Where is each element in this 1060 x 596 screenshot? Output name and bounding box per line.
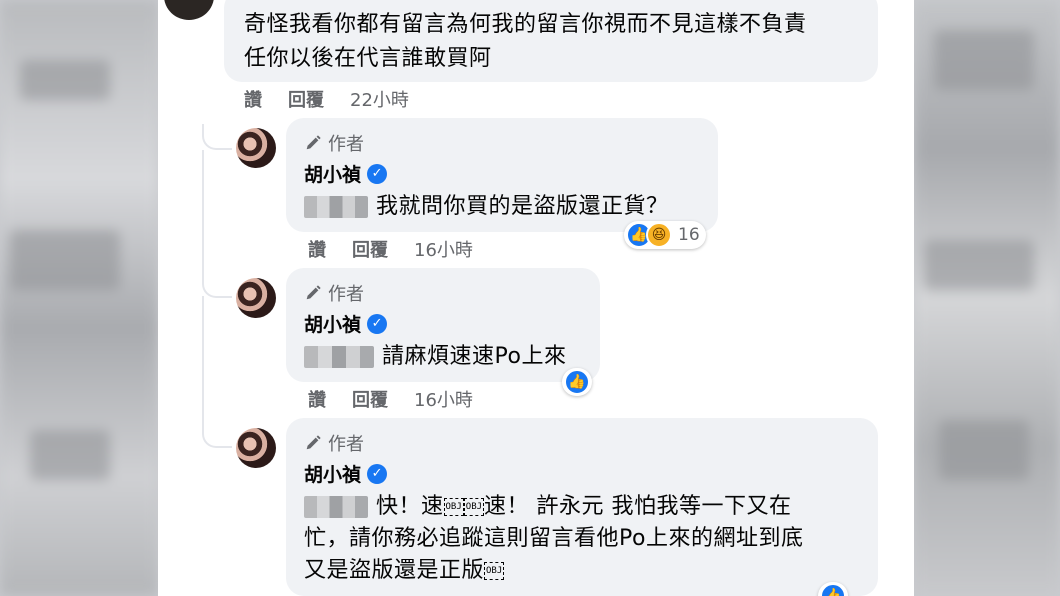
reply-actions: 讚 回覆 16小時	[308, 236, 473, 262]
reply-text: 我就問你買的是盜版還正貨？	[304, 191, 700, 223]
reply-link[interactable]: 回覆	[288, 86, 324, 112]
reaction-count: 16	[678, 225, 700, 245]
author-badge: 作者	[304, 280, 582, 306]
author-avatar[interactable]	[236, 128, 276, 168]
obj-glyph: OBJ	[443, 498, 464, 516]
comment-actions: 讚 回覆 22小時	[244, 86, 409, 112]
blurred-background-left	[0, 0, 158, 596]
haha-reaction-icon: 😆	[646, 222, 672, 248]
reply-link[interactable]: 回覆	[352, 236, 388, 262]
author-name[interactable]: 胡小禎	[304, 460, 361, 487]
thread-connector	[202, 124, 232, 150]
pixelated-mention	[304, 196, 368, 218]
pixelated-mention	[304, 496, 368, 518]
commenter-avatar[interactable]	[164, 0, 214, 20]
comment-bubble: 奇怪我看你都有留言為何我的留言你視而不見這樣不負責 任你以後在代言誰敢買阿	[224, 0, 878, 82]
reaction-summary[interactable]: 👍	[562, 368, 592, 396]
reply-bubble: 作者 胡小禎 ✓ 請麻煩速速Po上來	[286, 268, 600, 382]
comment-panel: 奇怪我看你都有留言為何我的留言你視而不見這樣不負責 任你以後在代言誰敢買阿 讚 …	[158, 0, 914, 596]
author-name[interactable]: 胡小禎	[304, 160, 361, 187]
comment-text: 奇怪我看你都有留言為何我的留言你視而不見這樣不負責 任你以後在代言誰敢買阿	[244, 12, 807, 71]
reply-bubble: 作者 胡小禎 ✓ 快！速 OBJ OBJ速！ 許永元 我怕我等一下又在 忙，請你務必…	[286, 418, 878, 596]
author-badge: 作者	[304, 430, 860, 456]
reply-text: 快！速 OBJ OBJ速！ 許永元 我怕我等一下又在 忙，請你務必追蹤這則留言看他P…	[304, 494, 804, 583]
obj-glyph: OBJ	[484, 562, 505, 580]
reply-bubble: 作者 胡小禎 ✓ 我就問你買的是盜版還正貨？	[286, 118, 718, 232]
like-link[interactable]: 讚	[308, 386, 326, 412]
reply-text: 請麻煩速速Po上來	[304, 341, 582, 373]
reaction-summary[interactable]: 👍 😆 16	[624, 221, 706, 249]
comment-timestamp[interactable]: 22小時	[350, 86, 409, 112]
obj-glyph: OBJ	[463, 498, 485, 516]
like-link[interactable]: 讚	[244, 86, 262, 112]
verified-icon: ✓	[367, 313, 388, 334]
author-avatar[interactable]	[236, 278, 276, 318]
reply-timestamp[interactable]: 16小時	[414, 386, 473, 412]
pen-icon	[306, 285, 321, 300]
verified-icon: ✓	[367, 463, 388, 484]
author-name[interactable]: 胡小禎	[304, 310, 361, 337]
author-badge: 作者	[304, 130, 700, 156]
pen-icon	[306, 435, 321, 450]
pen-icon	[306, 135, 321, 150]
like-link[interactable]: 讚	[308, 236, 326, 262]
thread-connector	[202, 296, 232, 448]
pixelated-mention	[304, 346, 374, 368]
like-reaction-icon: 👍	[564, 369, 590, 395]
verified-icon: ✓	[367, 163, 388, 184]
reply-actions: 讚 回覆 16小時	[308, 386, 473, 412]
thread-connector	[202, 150, 232, 298]
reply-link[interactable]: 回覆	[352, 386, 388, 412]
reply-timestamp[interactable]: 16小時	[414, 236, 473, 262]
blurred-background-right	[914, 0, 1060, 596]
like-reaction-icon: 👍	[820, 583, 846, 596]
author-avatar[interactable]	[236, 428, 276, 468]
